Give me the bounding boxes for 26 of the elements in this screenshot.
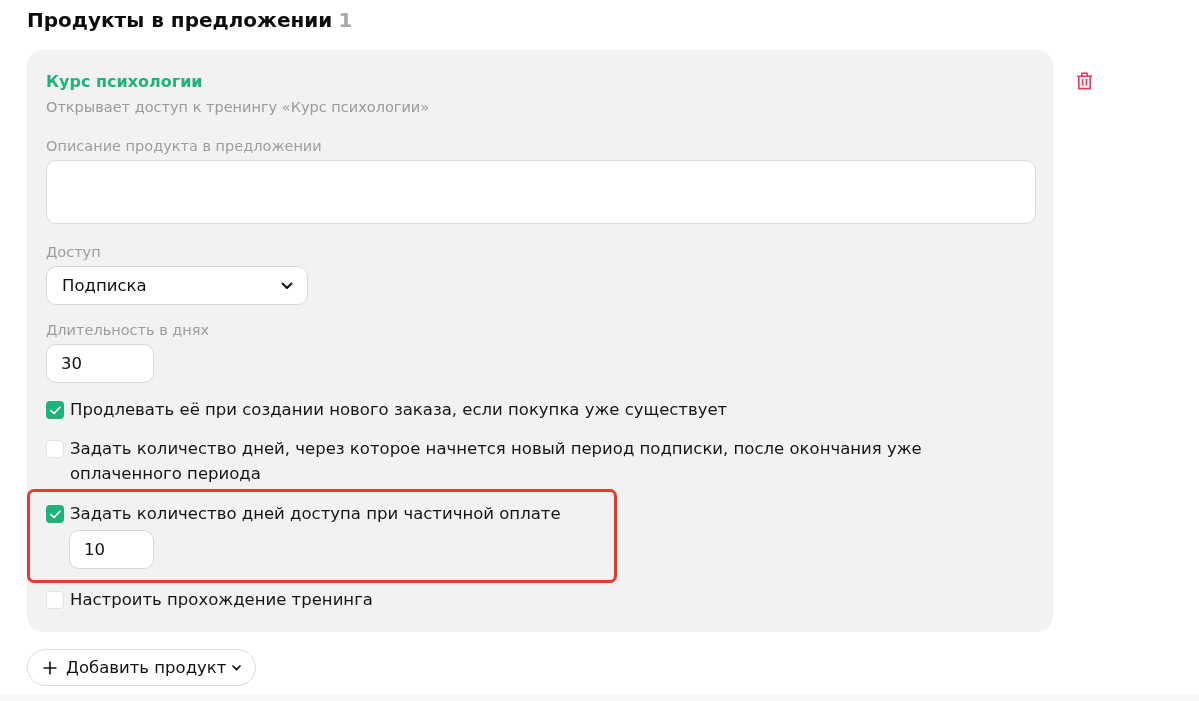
checkbox[interactable] [46,401,64,419]
section-title: Продукты в предложении [27,7,333,33]
option-label: Задать количество дней, через которое начнется новый период подписки, после окончания уже оплаченного периода [70,438,923,485]
description-field[interactable] [46,160,1036,224]
field-label: Доступ [46,243,101,262]
check-icon [49,405,61,415]
add-product-button[interactable]: Добавить продукт [27,649,257,686]
product-subtitle: Открывает доступ к тренингу «Курс психологии» [46,98,430,117]
product-title: Курс психологии [46,71,203,93]
plus-icon [43,660,57,675]
product-count: 1 [338,7,353,33]
chevron-down-icon [232,664,242,671]
days-input[interactable]: 10 [69,530,154,569]
checkbox[interactable] [46,440,64,458]
field-label: Длительность в днях [46,321,210,340]
access-select[interactable]: Подписка [46,266,308,305]
duration-input[interactable]: 30 [46,344,154,383]
check-icon [49,509,61,519]
checkbox[interactable] [46,591,64,609]
option-label: Продлевать её при создании нового заказа, если покупка уже существует [70,399,728,421]
trash-icon[interactable] [1076,72,1093,90]
option-label: Задать количество дней доступа при частичной оплате [70,503,561,525]
chevron-down-icon [281,281,293,290]
option-label: Настроить прохождение тренинга [70,589,373,611]
field-label: Описание продукта в предложении [46,137,322,156]
checkbox[interactable] [46,505,64,523]
